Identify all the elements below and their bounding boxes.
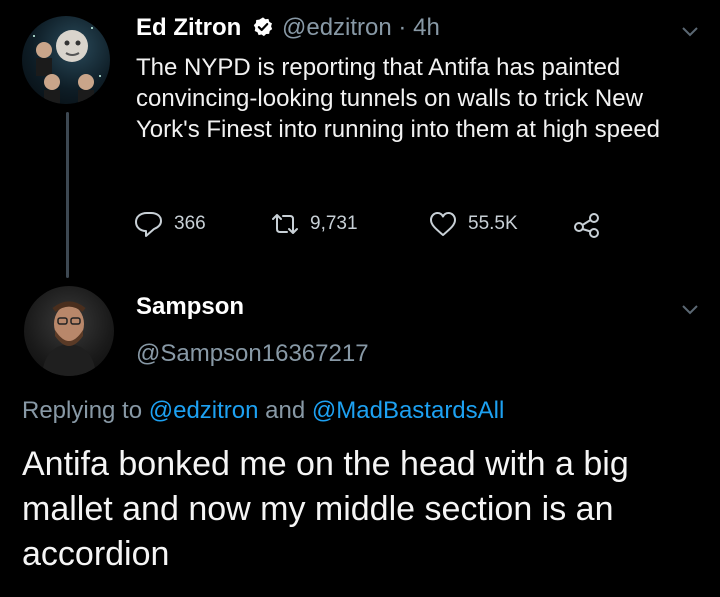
like-count: 55.5K — [468, 213, 518, 234]
chevron-down-icon[interactable] — [681, 304, 699, 316]
replying-to: Replying to @edzitron and @MadBastardsAl… — [22, 397, 504, 425]
author-avatar[interactable] — [22, 16, 110, 104]
verified-badge-icon — [253, 17, 273, 37]
reply-author-name[interactable]: Sampson — [136, 293, 244, 321]
mention-link[interactable]: @edzitron — [149, 397, 259, 424]
replying-and: and — [265, 397, 306, 424]
tweet-time[interactable]: 4h — [413, 14, 440, 41]
share-icon — [574, 213, 599, 238]
reply-author-handle[interactable]: @Sampson16367217 — [136, 340, 369, 368]
share-button[interactable] — [572, 210, 612, 238]
retweet-count: 9,731 — [310, 213, 358, 234]
reply-author-avatar[interactable] — [24, 286, 114, 376]
tweet-text: The NYPD is reporting that Antifa has pa… — [136, 54, 661, 143]
reply-text: Antifa bonked me on the head with a big … — [22, 445, 629, 573]
author-name[interactable]: Ed Zitron — [136, 14, 241, 42]
chevron-down-icon[interactable] — [681, 26, 699, 38]
author-handle[interactable]: @edzitron — [282, 14, 392, 41]
replying-prefix: Replying to — [22, 397, 143, 424]
retweet-button[interactable]: 9,731 — [270, 210, 358, 238]
thread-line — [66, 112, 69, 278]
separator-dot: · — [398, 14, 407, 41]
reply-count: 366 — [174, 213, 206, 234]
retweet-icon — [272, 214, 298, 234]
like-icon — [430, 212, 456, 236]
reply-icon — [135, 212, 162, 237]
like-button[interactable]: 55.5K — [428, 210, 518, 238]
author-handle-and-time: @edzitron · 4h — [282, 14, 440, 42]
reply-button[interactable]: 366 — [134, 210, 206, 238]
mention-link[interactable]: @MadBastardsAll — [312, 397, 504, 424]
